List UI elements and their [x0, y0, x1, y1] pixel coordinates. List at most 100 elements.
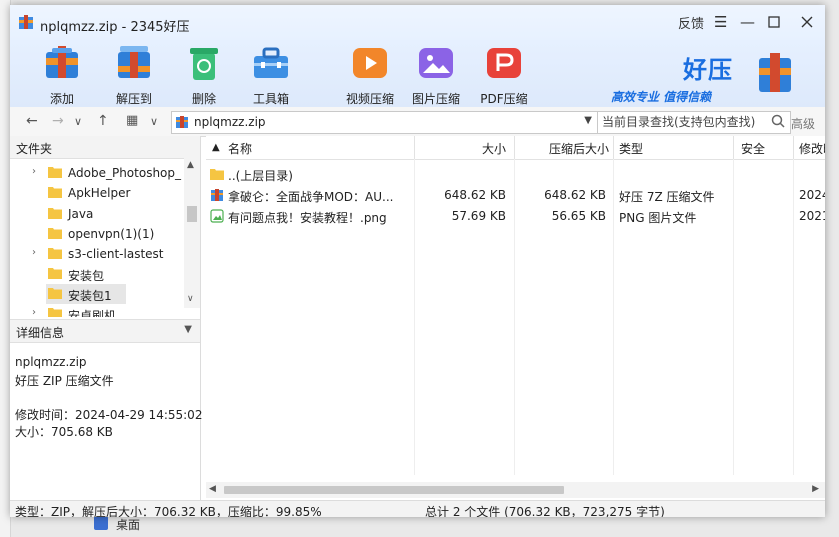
file-modified: 2024-	[799, 188, 825, 202]
toolbox-button[interactable]: 工具箱	[241, 40, 301, 107]
folder-tree-scrollbar[interactable]: ▲ ∨	[184, 158, 200, 308]
current-path: nplqmzz.zip	[194, 115, 266, 129]
minimize-icon[interactable]: —	[740, 13, 755, 31]
details-filename: nplqmzz.zip	[15, 355, 87, 369]
folder-icon	[48, 308, 62, 317]
folder-icon	[48, 228, 62, 239]
details-modified: 修改时间：2024-04-29 14:55:02	[15, 408, 203, 422]
add-archive-icon	[46, 46, 78, 78]
up-icon[interactable]: ↑	[97, 113, 109, 129]
toolbar: 添加 解压到 删除 工具箱 视频压缩 图片压缩 PDF压缩 好压 高效专业 值得…	[10, 40, 825, 107]
file-type: PNG 图片文件	[619, 211, 697, 225]
app-window: nplqmzz.zip - 2345好压 反馈 ☰ — 添加 解压到 删除 工具…	[10, 5, 825, 517]
status-bar: 类型：ZIP，解压后大小：706.32 KB，压缩比：99.85% 总计 2 个…	[10, 500, 825, 517]
column-security[interactable]: 安全	[733, 136, 794, 159]
horizontal-scrollbar[interactable]: ◀ ▶	[206, 482, 825, 498]
zip-file-icon	[176, 116, 188, 128]
tree-item-adobe[interactable]: › Adobe_Photoshop_	[10, 163, 181, 183]
tree-item-android-flash[interactable]: › 安卓刷机	[10, 304, 180, 317]
search-input[interactable]	[598, 112, 770, 131]
extract-label: 解压到	[115, 92, 152, 106]
tree-clip: › 安卓刷机	[10, 304, 184, 317]
delete-button[interactable]: 删除	[174, 40, 234, 107]
column-packed-size[interactable]: 压缩后大小	[514, 136, 614, 159]
column-name[interactable]: ▲ 名称	[206, 136, 415, 159]
tree-item-label: ApkHelper	[68, 186, 131, 200]
pdf-compress-icon	[487, 48, 521, 78]
add-button[interactable]: 添加	[32, 40, 92, 107]
expand-chevron-icon[interactable]: ›	[32, 307, 36, 317]
tree-item-s3-client[interactable]: › s3-client-lastest	[10, 244, 180, 264]
feedback-link[interactable]: 反馈	[678, 13, 704, 32]
tree-item-label: s3-client-lastest	[68, 247, 164, 261]
png-image-icon	[210, 209, 224, 223]
search-box	[597, 111, 791, 134]
history-dropdown-icon[interactable]: ∨	[74, 115, 82, 128]
extract-button[interactable]: 解压到	[104, 40, 164, 107]
left-pane: 文件夹 › Adobe_Photoshop_ ApkHelper Java op…	[10, 136, 203, 500]
scroll-thumb[interactable]	[224, 486, 564, 494]
tree-item-install-pkg-1[interactable]: 安装包1	[46, 284, 126, 304]
path-box[interactable]: nplqmzz.zip ▼	[171, 111, 599, 134]
image-compress-button[interactable]: 图片压缩	[406, 40, 466, 107]
file-list: ▲ 名称 大小 压缩后大小 类型 安全 修改时 ..	[206, 136, 825, 500]
search-icon[interactable]	[771, 114, 785, 128]
folder-icon	[210, 169, 224, 180]
advanced-search-link[interactable]: 高级	[791, 115, 815, 132]
view-mode-icon[interactable]: ▦	[126, 113, 138, 128]
column-size-label: 大小	[481, 142, 506, 156]
maximize-icon[interactable]	[768, 16, 780, 28]
toolbox-icon	[254, 47, 288, 78]
delete-label: 删除	[191, 92, 216, 106]
folder-icon	[48, 288, 62, 299]
column-modified[interactable]: 修改时	[793, 136, 825, 159]
brand-logo: 好压 高效专业 值得信赖	[611, 50, 811, 110]
scroll-up-icon[interactable]: ▲	[187, 160, 194, 170]
details-filetype: 好压 ZIP 压缩文件	[15, 374, 114, 388]
expand-chevron-icon[interactable]: ›	[32, 166, 36, 177]
column-type[interactable]: 类型	[613, 136, 734, 159]
details-title: 详细信息	[16, 326, 65, 340]
tree-item-label: 安装包1	[68, 289, 112, 303]
tree-item-label: 安装包	[68, 269, 105, 283]
tree-item-apkhelper[interactable]: ApkHelper	[10, 183, 180, 203]
table-row[interactable]: 有问题点我！安装教程！.png 57.69 KB 56.65 KB PNG 图片…	[206, 206, 825, 227]
scroll-left-icon[interactable]: ◀	[209, 484, 216, 494]
view-dropdown-icon[interactable]: ∨	[150, 115, 158, 128]
file-size: 648.62 KB	[444, 188, 506, 202]
table-row[interactable]: ..(上层目录)	[206, 164, 825, 185]
close-icon[interactable]	[801, 16, 813, 28]
file-packed-size: 648.62 KB	[544, 188, 606, 202]
column-size[interactable]: 大小	[414, 136, 515, 159]
path-dropdown-icon[interactable]: ▼	[584, 115, 592, 126]
folder-icon	[48, 268, 62, 279]
details-header[interactable]: 详细信息 ▼	[10, 319, 200, 343]
status-archive-info: 类型：ZIP，解压后大小：706.32 KB，压缩比：99.85%	[15, 505, 322, 517]
hamburger-icon[interactable]: ☰	[714, 13, 727, 31]
tree-item-java[interactable]: Java	[10, 204, 180, 224]
image-compress-icon	[419, 48, 453, 78]
brand-box-icon	[759, 53, 791, 92]
file-name: ..(上层目录)	[228, 169, 293, 183]
table-row[interactable]: 拿破仑：全面战争MOD：AU... 648.62 KB 648.62 KB 好压…	[206, 185, 825, 206]
toolbox-label: 工具箱	[252, 92, 289, 106]
column-modified-label: 修改时	[799, 142, 825, 156]
forward-icon[interactable]: →	[52, 113, 64, 129]
file-packed-size: 56.65 KB	[551, 209, 606, 223]
details-collapse-icon[interactable]: ▼	[184, 324, 192, 335]
back-icon[interactable]: ←	[26, 113, 38, 129]
details-size: 大小：705.68 KB	[15, 425, 113, 439]
scroll-right-icon[interactable]: ▶	[812, 484, 819, 494]
folder-icon	[48, 187, 62, 198]
add-label: 添加	[49, 92, 74, 106]
expand-chevron-icon[interactable]: ›	[32, 247, 36, 258]
video-compress-button[interactable]: 视频压缩	[340, 40, 400, 107]
video-compress-label: 视频压缩	[345, 92, 394, 106]
tree-item-openvpn[interactable]: openvpn(1)(1)	[10, 224, 180, 244]
brand-name: 好压	[683, 56, 733, 84]
scroll-thumb[interactable]	[187, 206, 197, 222]
pdf-compress-button[interactable]: PDF压缩	[474, 40, 534, 107]
scroll-down-icon[interactable]: ∨	[187, 294, 194, 304]
desktop-icon	[94, 516, 108, 530]
tree-item-install-pkg[interactable]: 安装包	[10, 264, 180, 284]
